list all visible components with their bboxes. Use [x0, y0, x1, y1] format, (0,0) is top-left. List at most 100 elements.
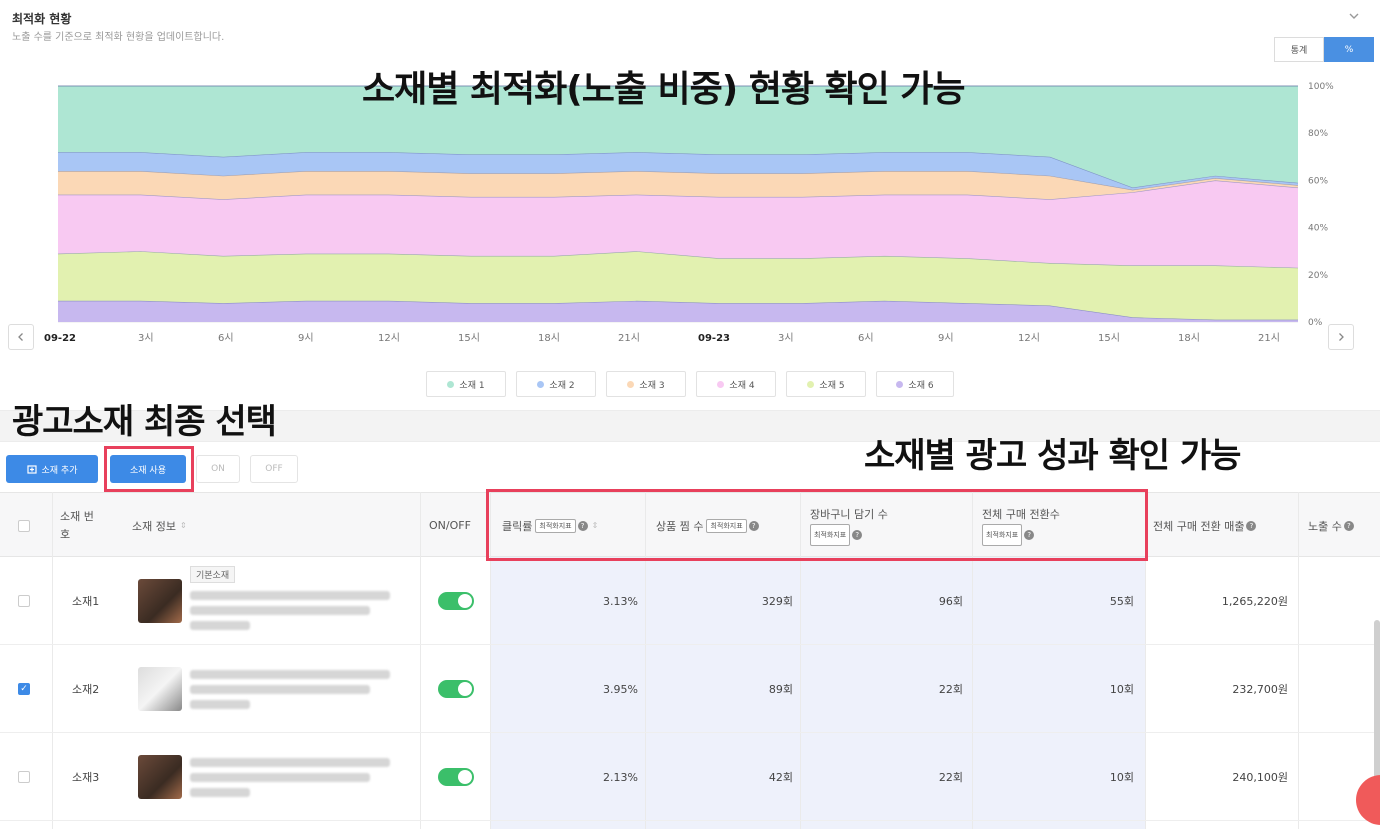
x-tick-label: 15시 — [458, 332, 480, 344]
annotation-left: 광고소재 최종 선택 — [12, 402, 277, 442]
legend-dot — [627, 380, 635, 388]
x-tick-label: 3시 — [138, 332, 154, 344]
blurred-text — [190, 699, 250, 709]
header-impressions-label: 노출 수 — [1308, 519, 1342, 533]
highlight-box-metrics — [486, 489, 1148, 561]
annotation-right: 소재별 광고 성과 확인 가능 — [864, 436, 1241, 476]
x-tick-label: 9시 — [298, 332, 314, 344]
chevron-down-icon[interactable] — [1348, 10, 1362, 24]
creative-no: 소재1 — [72, 595, 100, 608]
table-row[interactable]: 소재1 기본소재 3.13% 329회 96회 55회 1,265,220원 — [0, 557, 1380, 645]
header-revenue: 전체 구매 전환 매출 ? — [1153, 493, 1257, 558]
creative-info: 기본소재 — [138, 557, 400, 645]
metric-ctr: 3.13% — [603, 594, 638, 608]
metric-cart: 96회 — [938, 595, 963, 608]
add-creative-label: 소재 추가 — [41, 465, 78, 476]
creative-info — [138, 733, 400, 821]
y-tick-label: 0% — [1308, 318, 1323, 328]
metric-cart: 22회 — [938, 683, 963, 696]
legend-label: 소재 6 — [908, 380, 934, 391]
blurred-text — [190, 757, 390, 767]
metric-revenue: 232,700원 — [1232, 683, 1288, 696]
creative-thumbnail[interactable] — [138, 579, 182, 623]
onoff-toggle[interactable] — [438, 645, 474, 733]
legend-item[interactable]: 소재 1 — [426, 371, 506, 397]
annotation-top: 소재별 최적화(노출 비중) 현황 확인 가능 — [362, 69, 965, 110]
chart-next-button[interactable] — [1328, 324, 1354, 350]
sort-icon[interactable]: ⇕ — [180, 521, 187, 530]
add-icon — [26, 465, 37, 474]
chart-legend: 소재 1 소재 2 소재 3 소재 4 소재 5 소재 6 — [426, 371, 954, 397]
metric-ctr: 2.13% — [603, 770, 638, 784]
legend-item[interactable]: 소재 2 — [516, 371, 596, 397]
chevron-left-icon — [18, 333, 23, 341]
metric-conv: 10회 — [1109, 771, 1134, 784]
x-tick-label: 9시 — [938, 332, 954, 344]
y-tick-label: 20% — [1308, 271, 1328, 281]
legend-label: 소재 1 — [459, 380, 485, 391]
x-tick-label: 09-23 — [698, 333, 730, 344]
row-checkbox[interactable] — [18, 733, 30, 821]
chevron-right-icon — [1339, 333, 1344, 341]
legend-dot — [717, 380, 725, 388]
blurred-text — [190, 591, 390, 600]
header-info-label: 소재 정보 — [132, 519, 176, 533]
x-tick-label: 09-22 — [44, 333, 76, 344]
legend-dot — [896, 380, 904, 388]
table-row[interactable]: ✓ 소재2 3.95% 89회 22회 10회 232,700원 — [0, 645, 1380, 733]
blurred-text — [190, 606, 370, 615]
creative-thumbnail[interactable] — [138, 667, 182, 711]
off-button[interactable]: OFF — [250, 455, 298, 483]
x-tick-label: 12시 — [1018, 332, 1040, 344]
metric-wish: 42회 — [768, 771, 793, 784]
metric-conv: 55회 — [1109, 595, 1134, 608]
y-tick-label: 40% — [1308, 224, 1328, 234]
creative-info — [138, 645, 400, 733]
metric-conv: 10회 — [1109, 683, 1134, 696]
header-info[interactable]: 소재 정보 ⇕ — [132, 493, 187, 558]
section-subtitle: 노출 수를 기준으로 최적화 현황을 업데이트합니다. — [12, 32, 225, 43]
header-no: 소재 번호 — [60, 509, 94, 541]
stats-toggle-button[interactable]: 통계 — [1274, 37, 1324, 62]
metric-cart: 22회 — [938, 771, 963, 784]
onoff-toggle[interactable] — [438, 557, 474, 645]
legend-item[interactable]: 소재 5 — [786, 371, 866, 397]
legend-item[interactable]: 소재 3 — [606, 371, 686, 397]
view-toggle: 통계 % — [1274, 37, 1374, 62]
row-checkbox[interactable]: ✓ — [18, 645, 30, 733]
creative-thumbnail[interactable] — [138, 755, 182, 799]
highlight-box-use-button — [104, 446, 194, 492]
row-checkbox[interactable] — [18, 557, 30, 645]
x-tick-label: 6시 — [218, 332, 234, 344]
select-all-checkbox[interactable] — [18, 493, 30, 558]
help-icon[interactable]: ? — [1343, 520, 1354, 531]
header-revenue-label: 전체 구매 전환 매출 — [1153, 519, 1245, 533]
legend-label: 소재 5 — [819, 380, 845, 391]
chart-prev-button[interactable] — [8, 324, 34, 350]
legend-item[interactable]: 소재 4 — [696, 371, 776, 397]
legend-label: 소재 4 — [729, 380, 755, 391]
vertical-scrollbar[interactable] — [1374, 620, 1380, 800]
help-icon[interactable]: ? — [1246, 520, 1257, 531]
creative-no: 소재2 — [72, 683, 100, 696]
legend-label: 소재 2 — [549, 380, 575, 391]
add-creative-button[interactable]: 소재 추가 — [6, 455, 98, 483]
legend-item[interactable]: 소재 6 — [876, 371, 954, 397]
legend-label: 소재 3 — [639, 380, 665, 391]
x-tick-label: 6시 — [858, 332, 874, 344]
x-tick-label: 15시 — [1098, 332, 1120, 344]
metric-revenue: 1,265,220원 — [1221, 595, 1288, 608]
on-button[interactable]: ON — [196, 455, 240, 483]
metric-wish: 329회 — [761, 595, 793, 608]
metric-revenue: 240,100원 — [1232, 771, 1288, 784]
onoff-toggle[interactable] — [438, 733, 474, 821]
blurred-text — [190, 772, 370, 782]
metric-wish: 89회 — [768, 683, 793, 696]
x-tick-label: 21시 — [1258, 332, 1280, 344]
x-tick-label: 18시 — [1178, 332, 1200, 344]
x-tick-label: 3시 — [778, 332, 794, 344]
blurred-text — [190, 621, 250, 630]
percent-toggle-button[interactable]: % — [1324, 37, 1374, 62]
table-row[interactable]: 소재3 2.13% 42회 22회 10회 240,100원 — [0, 733, 1380, 821]
header-impressions: 노출 수 ? — [1308, 493, 1354, 558]
